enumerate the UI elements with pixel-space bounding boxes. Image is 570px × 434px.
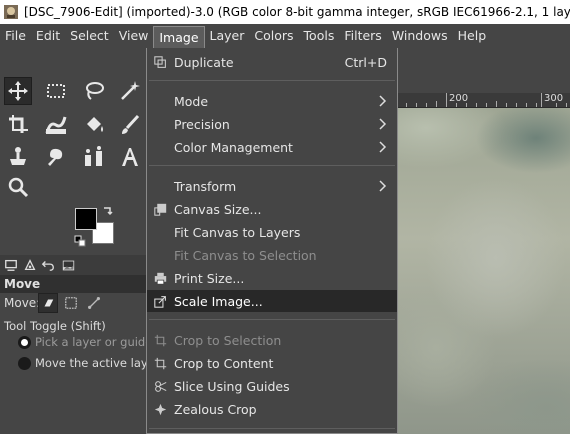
menu-separator [149, 428, 395, 429]
fuzzy-select-tool-icon[interactable] [116, 77, 144, 105]
color-selector [72, 206, 118, 248]
menu-item-scale-image[interactable]: Scale Image... [147, 290, 397, 312]
slice-guides-icon [152, 378, 168, 394]
menu-windows[interactable]: Windows [387, 24, 453, 48]
menu-tools[interactable]: Tools [299, 24, 340, 48]
lasso-tool-icon[interactable] [80, 77, 108, 105]
tool-toggle-label: Tool Toggle (Shift) [4, 319, 106, 333]
move-tool-icon[interactable] [4, 77, 32, 105]
window-title: [DSC_7906-Edit] (imported)-3.0 (RGB colo… [24, 5, 570, 19]
crop-icon [152, 355, 168, 371]
chevron-right-icon [379, 180, 389, 192]
pick-layer-radio-label: Pick a layer or guide [35, 335, 153, 349]
menu-item-color-management[interactable]: Color Management [147, 136, 397, 158]
image-canvas[interactable] [396, 108, 570, 434]
duplicate-icon [152, 54, 168, 70]
warp-tool-icon[interactable] [42, 111, 70, 139]
default-colors-icon[interactable] [74, 235, 86, 247]
menu-separator [149, 319, 395, 320]
move-active-layer-radio[interactable] [18, 357, 31, 370]
move-active-layer-radio-label: Move the active layer [35, 356, 160, 370]
move-path-mode-icon[interactable] [84, 293, 104, 313]
menubar: File Edit Select View Image Layer Colors… [0, 24, 570, 48]
text-tool-icon[interactable] [116, 143, 144, 171]
tool-options-title: Move [0, 275, 146, 293]
move-selection-mode-icon[interactable] [61, 293, 81, 313]
duplicate-shortcut: Ctrl+D [344, 54, 387, 70]
menu-separator [149, 165, 395, 166]
printer-icon [152, 270, 168, 286]
menu-file[interactable]: File [0, 24, 31, 48]
menu-item-slice-guides[interactable]: Slice Using Guides [147, 375, 397, 397]
chevron-right-icon [379, 141, 389, 153]
swap-colors-icon[interactable] [102, 206, 114, 218]
tool-options-panel: Move Move: Tool Toggle (Shift) Pick a la… [0, 275, 159, 434]
menu-item-canvas-size[interactable]: Canvas Size... [147, 198, 397, 220]
chevron-right-icon [379, 95, 389, 107]
move-mode-label: Move: [4, 296, 41, 310]
toolbox: Move Move: Tool Toggle (Shift) Pick a la… [0, 48, 159, 434]
menu-separator [149, 80, 395, 81]
window-titlebar: [DSC_7906-Edit] (imported)-3.0 (RGB colo… [0, 0, 570, 24]
menu-colors[interactable]: Colors [249, 24, 298, 48]
menu-image[interactable]: Image [153, 26, 205, 48]
horizontal-ruler: 200 300 [396, 93, 570, 108]
crop-icon [152, 332, 168, 348]
scale-image-icon [152, 293, 168, 309]
tool-options-tab-icon[interactable] [3, 257, 19, 273]
menu-item-transform[interactable]: Transform [147, 175, 397, 197]
menu-edit[interactable]: Edit [31, 24, 65, 48]
menu-item-fit-canvas-layers[interactable]: Fit Canvas to Layers [147, 221, 397, 243]
images-tab-icon[interactable] [60, 257, 76, 273]
menu-item-fit-canvas-selection: Fit Canvas to Selection [174, 247, 317, 263]
menu-layer[interactable]: Layer [205, 24, 250, 48]
gimp-app-icon [4, 5, 18, 19]
menu-item-zealous-crop[interactable]: Zealous Crop [147, 398, 397, 420]
menu-item-crop-selection: Crop to Selection [147, 329, 397, 351]
smudge-tool-icon[interactable] [42, 143, 70, 171]
clone-tool-icon[interactable] [4, 143, 32, 171]
menu-help[interactable]: Help [453, 24, 492, 48]
menu-item-duplicate[interactable]: Duplicate Ctrl+D [147, 51, 397, 73]
paintbrush-tool-icon[interactable] [116, 111, 144, 139]
menu-item-precision[interactable]: Precision [147, 113, 397, 135]
menu-item-print-size[interactable]: Print Size... [147, 267, 397, 289]
bucket-fill-tool-icon[interactable] [80, 111, 108, 139]
chevron-right-icon [379, 118, 389, 130]
image-menu-dropdown: Duplicate Ctrl+D Mode Precision Color Ma… [146, 48, 398, 434]
ruler-label-300: 300 [544, 93, 564, 104]
rect-select-tool-icon[interactable] [42, 77, 70, 105]
crop-tool-icon[interactable] [4, 111, 32, 139]
pick-layer-radio[interactable] [18, 336, 31, 349]
menu-filters[interactable]: Filters [339, 24, 386, 48]
canvas-size-icon [152, 201, 168, 217]
device-status-tab-icon[interactable] [22, 257, 38, 273]
zoom-tool-icon[interactable] [4, 173, 32, 201]
dock-tab-row [0, 255, 146, 275]
zealous-crop-icon [152, 401, 168, 417]
move-layer-mode-icon[interactable] [38, 293, 58, 313]
undo-history-tab-icon[interactable] [40, 257, 56, 273]
menu-select[interactable]: Select [65, 24, 114, 48]
foreground-color-swatch[interactable] [75, 208, 97, 230]
menu-item-crop-content[interactable]: Crop to Content [147, 352, 397, 374]
menu-item-mode[interactable]: Mode [147, 90, 397, 112]
menu-view[interactable]: View [114, 24, 154, 48]
path-tool-icon[interactable] [80, 143, 108, 171]
